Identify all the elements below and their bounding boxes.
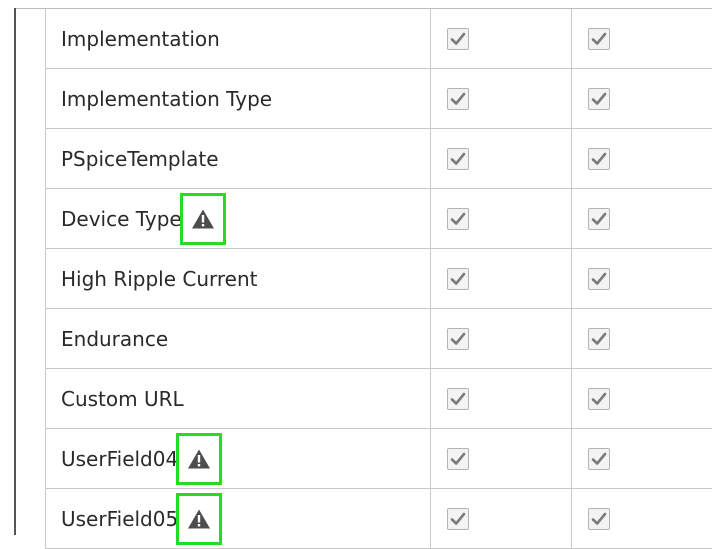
checkbox-cell-1 [431,309,572,369]
field-mapping-panel: Implementation Implementation Type [0,0,712,535]
checkbox-cell-1 [431,129,572,189]
field-label: UserField05 [61,507,178,531]
field-label: Device Type [61,207,182,231]
field-table-body: Implementation Implementation Type [46,9,712,549]
checkbox-column-2[interactable] [588,508,610,530]
checkmark-icon [590,450,608,468]
field-label: Custom URL [61,387,184,411]
checkmark-icon [449,270,467,288]
checkbox-column-2[interactable] [588,208,610,230]
checkbox-column-2[interactable] [588,448,610,470]
table-row: Custom URL [46,369,712,429]
checkmark-icon [449,150,467,168]
field-label: UserField04 [61,447,178,471]
checkmark-icon [449,90,467,108]
checkbox-column-1[interactable] [447,268,469,290]
field-name-cell: Implementation [46,9,431,69]
checkbox-cell-1 [431,189,572,249]
warning-triangle-icon [187,508,211,530]
panel-left-border [14,8,16,535]
table-row: Endurance [46,309,712,369]
checkmark-icon [590,390,608,408]
checkbox-column-1[interactable] [447,208,469,230]
warning-highlight[interactable] [176,493,222,545]
field-name-cell: UserField04 [46,429,431,489]
checkbox-cell-1 [431,489,572,549]
checkbox-column-1[interactable] [447,328,469,350]
warning-triangle-icon [191,208,215,230]
table-row: Implementation Type [46,69,712,129]
field-name-cell: Custom URL [46,369,431,429]
checkmark-icon [449,330,467,348]
checkbox-column-1[interactable] [447,28,469,50]
checkbox-cell-2 [572,429,712,489]
field-label: PSpiceTemplate [61,147,219,171]
checkbox-cell-2 [572,129,712,189]
checkbox-cell-1 [431,249,572,309]
checkbox-cell-2 [572,69,712,129]
field-label: High Ripple Current [61,267,258,291]
checkmark-icon [590,270,608,288]
field-name-cell: PSpiceTemplate [46,129,431,189]
checkbox-column-1[interactable] [447,508,469,530]
checkmark-icon [590,210,608,228]
checkbox-column-2[interactable] [588,28,610,50]
checkmark-icon [449,30,467,48]
checkmark-icon [449,210,467,228]
table-row: PSpiceTemplate [46,129,712,189]
checkbox-column-2[interactable] [588,328,610,350]
table-row: UserField05 [46,489,712,549]
table-row: Implementation [46,9,712,69]
checkmark-icon [590,30,608,48]
warning-triangle-icon [187,448,211,470]
checkmark-icon [590,90,608,108]
checkbox-cell-1 [431,69,572,129]
checkbox-column-2[interactable] [588,268,610,290]
checkbox-cell-2 [572,309,712,369]
checkmark-icon [590,330,608,348]
field-name-cell: High Ripple Current [46,249,431,309]
field-label: Implementation Type [61,87,272,111]
checkbox-cell-2 [572,489,712,549]
checkbox-column-1[interactable] [447,448,469,470]
checkbox-column-1[interactable] [447,388,469,410]
checkbox-column-2[interactable] [588,388,610,410]
field-name-cell: Device Type [46,189,431,249]
checkbox-cell-1 [431,9,572,69]
checkmark-icon [590,510,608,528]
checkbox-cell-2 [572,189,712,249]
warning-highlight[interactable] [176,433,222,485]
checkmark-icon [449,390,467,408]
table-row: Device Type [46,189,712,249]
checkmark-icon [590,150,608,168]
checkbox-cell-1 [431,429,572,489]
checkbox-column-1[interactable] [447,88,469,110]
table-row: High Ripple Current [46,249,712,309]
checkmark-icon [449,510,467,528]
field-name-cell: Implementation Type [46,69,431,129]
field-label: Endurance [61,327,168,351]
checkbox-cell-2 [572,249,712,309]
checkbox-cell-2 [572,369,712,429]
warning-highlight[interactable] [180,193,226,245]
field-name-cell: UserField05 [46,489,431,549]
checkbox-cell-2 [572,9,712,69]
checkbox-column-1[interactable] [447,148,469,170]
checkmark-icon [449,450,467,468]
checkbox-column-2[interactable] [588,148,610,170]
checkbox-column-2[interactable] [588,88,610,110]
checkbox-cell-1 [431,369,572,429]
field-label: Implementation [61,27,220,51]
field-name-cell: Endurance [46,309,431,369]
table-row: UserField04 [46,429,712,489]
field-table: Implementation Implementation Type [45,9,712,549]
